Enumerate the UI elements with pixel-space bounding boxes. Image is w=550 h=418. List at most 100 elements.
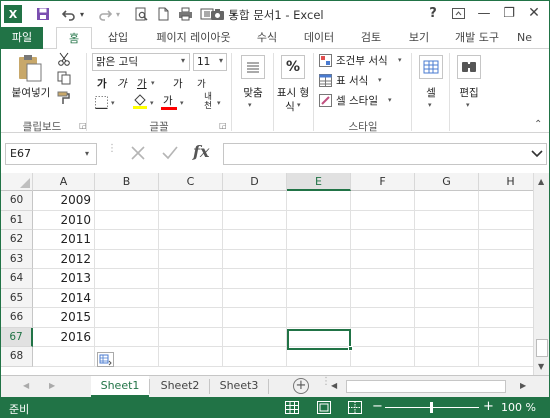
sheet-tab-sheet3[interactable]: Sheet3 [210, 376, 268, 397]
sheet-tab-sheet2[interactable]: Sheet2 [151, 376, 209, 397]
cell-a62[interactable]: 2011 [33, 230, 95, 250]
cell-e63[interactable] [287, 249, 351, 269]
insert-function-button[interactable]: fx [193, 142, 209, 161]
font-color-dropdown-icon[interactable]: ▾ [180, 99, 184, 107]
number-format-label-line2[interactable]: 식 [271, 99, 309, 114]
cell-d60[interactable] [223, 191, 287, 211]
cell-g63[interactable] [415, 249, 479, 269]
cell-d64[interactable] [223, 269, 287, 289]
alignment-dropdown-icon[interactable]: ▾ [248, 101, 252, 109]
cell-f60[interactable] [351, 191, 415, 211]
borders-icon[interactable] [95, 96, 108, 112]
name-box[interactable]: E67 [5, 143, 97, 165]
formula-input[interactable] [223, 143, 547, 165]
row-header-67[interactable]: 67 [1, 327, 33, 347]
cell-e64[interactable] [287, 269, 351, 289]
row-header-64[interactable]: 64 [1, 269, 33, 289]
cell-d63[interactable] [223, 249, 287, 269]
cell-f66[interactable] [351, 308, 415, 328]
cell-e68[interactable] [287, 347, 351, 367]
cell-a66[interactable]: 2015 [33, 308, 95, 328]
row-header-61[interactable]: 61 [1, 210, 33, 230]
editing-icon[interactable] [457, 55, 481, 79]
cell-g64[interactable] [415, 269, 479, 289]
row-header-65[interactable]: 65 [1, 288, 33, 308]
format-as-table-button[interactable]: 표 서식 [336, 73, 368, 88]
cell-c65[interactable] [159, 288, 223, 308]
new-sheet-button[interactable]: + [293, 378, 309, 394]
cell-c66[interactable] [159, 308, 223, 328]
cell-a61[interactable]: 2010 [33, 210, 95, 230]
cell-b65[interactable] [95, 288, 159, 308]
row-header-62[interactable]: 62 [1, 230, 33, 250]
font-name-dropdown[interactable]: 맑은 고딕 [92, 53, 190, 71]
horizontal-scroll-thumb[interactable] [346, 380, 506, 393]
borders-dropdown-icon[interactable]: ▾ [111, 99, 115, 107]
font-name-chevron-icon[interactable]: ▾ [181, 56, 185, 65]
phonetic-guide-button[interactable]: 내천 [201, 93, 215, 111]
auto-fill-options-icon[interactable] [97, 352, 114, 367]
paste-label[interactable]: 붙여넣기 [9, 85, 53, 100]
ribbon-display-options-icon[interactable] [447, 3, 469, 23]
underline-button[interactable]: 가 [137, 76, 147, 91]
clipboard-paste-icon[interactable] [17, 53, 43, 83]
tab-file[interactable]: 파일 [1, 27, 43, 49]
conditional-formatting-icon[interactable] [319, 54, 332, 70]
format-as-table-icon[interactable] [319, 74, 332, 90]
scroll-down-icon[interactable]: ▼ [538, 362, 544, 371]
cut-icon[interactable] [57, 52, 71, 69]
tab-review[interactable]: 검토 [351, 27, 391, 49]
tab-insert[interactable]: 삽입 [98, 27, 138, 49]
cell-b60[interactable] [95, 191, 159, 211]
column-header-a[interactable]: A [33, 173, 95, 191]
cell-d65[interactable] [223, 288, 287, 308]
grow-font-button[interactable]: 가 [173, 76, 183, 91]
cell-a65[interactable]: 2014 [33, 288, 95, 308]
cell-f63[interactable] [351, 249, 415, 269]
fill-handle[interactable] [348, 346, 353, 351]
zoom-in-button[interactable]: + [483, 399, 494, 414]
row-header-63[interactable]: 63 [1, 249, 33, 269]
cell-styles-button[interactable]: 셀 스타일 [336, 93, 378, 108]
tab-view[interactable]: 보기 [399, 27, 439, 49]
collapse-ribbon-icon[interactable]: ⌃ [534, 119, 542, 130]
scroll-sheets-left-icon[interactable]: ◀ [23, 381, 29, 390]
cell-a64[interactable]: 2013 [33, 269, 95, 289]
cell-g61[interactable] [415, 210, 479, 230]
page-break-view-icon[interactable] [348, 401, 362, 417]
cell-b61[interactable] [95, 210, 159, 230]
cell-e66[interactable] [287, 308, 351, 328]
scroll-sheets-right-icon[interactable]: ▶ [49, 381, 55, 390]
tab-page-layout[interactable]: 페이지 레이아웃 [146, 27, 241, 49]
cells-button-label[interactable]: 셀 [419, 85, 443, 100]
tab-developer[interactable]: 개발 도구 [449, 27, 505, 49]
row-header-60[interactable]: 60 [1, 191, 33, 211]
cell-a67[interactable]: 2016 [33, 327, 95, 347]
column-header-b[interactable]: B [95, 173, 159, 191]
underline-dropdown-icon[interactable]: ▾ [151, 79, 155, 87]
cell-c62[interactable] [159, 230, 223, 250]
cell-c63[interactable] [159, 249, 223, 269]
cell-styles-dropdown-icon[interactable]: ▾ [388, 96, 392, 104]
cell-d66[interactable] [223, 308, 287, 328]
cell-g67[interactable] [415, 327, 479, 347]
cell-f64[interactable] [351, 269, 415, 289]
cell-d61[interactable] [223, 210, 287, 230]
cell-f68[interactable] [351, 347, 415, 367]
cell-b62[interactable] [95, 230, 159, 250]
cell-b67[interactable] [95, 327, 159, 347]
cell-b63[interactable] [95, 249, 159, 269]
font-launcher-icon[interactable]: ◲ [219, 121, 227, 130]
column-header-d[interactable]: D [223, 173, 287, 191]
zoom-level[interactable]: 100 % [501, 401, 536, 414]
hscroll-right-icon[interactable]: ▶ [520, 381, 526, 390]
fill-color-dropdown-icon[interactable]: ▾ [150, 99, 154, 107]
italic-button[interactable]: 가 [117, 76, 127, 91]
font-color-button[interactable]: 가 [163, 93, 173, 108]
cell-f67[interactable] [351, 327, 415, 347]
sheet-tab-sheet1[interactable]: Sheet1 [91, 376, 149, 397]
bold-button[interactable]: 가 [97, 76, 107, 91]
cell-e67[interactable] [287, 327, 351, 347]
cell-styles-icon[interactable] [319, 94, 332, 110]
phonetic-dropdown-icon[interactable]: ▾ [217, 99, 221, 107]
